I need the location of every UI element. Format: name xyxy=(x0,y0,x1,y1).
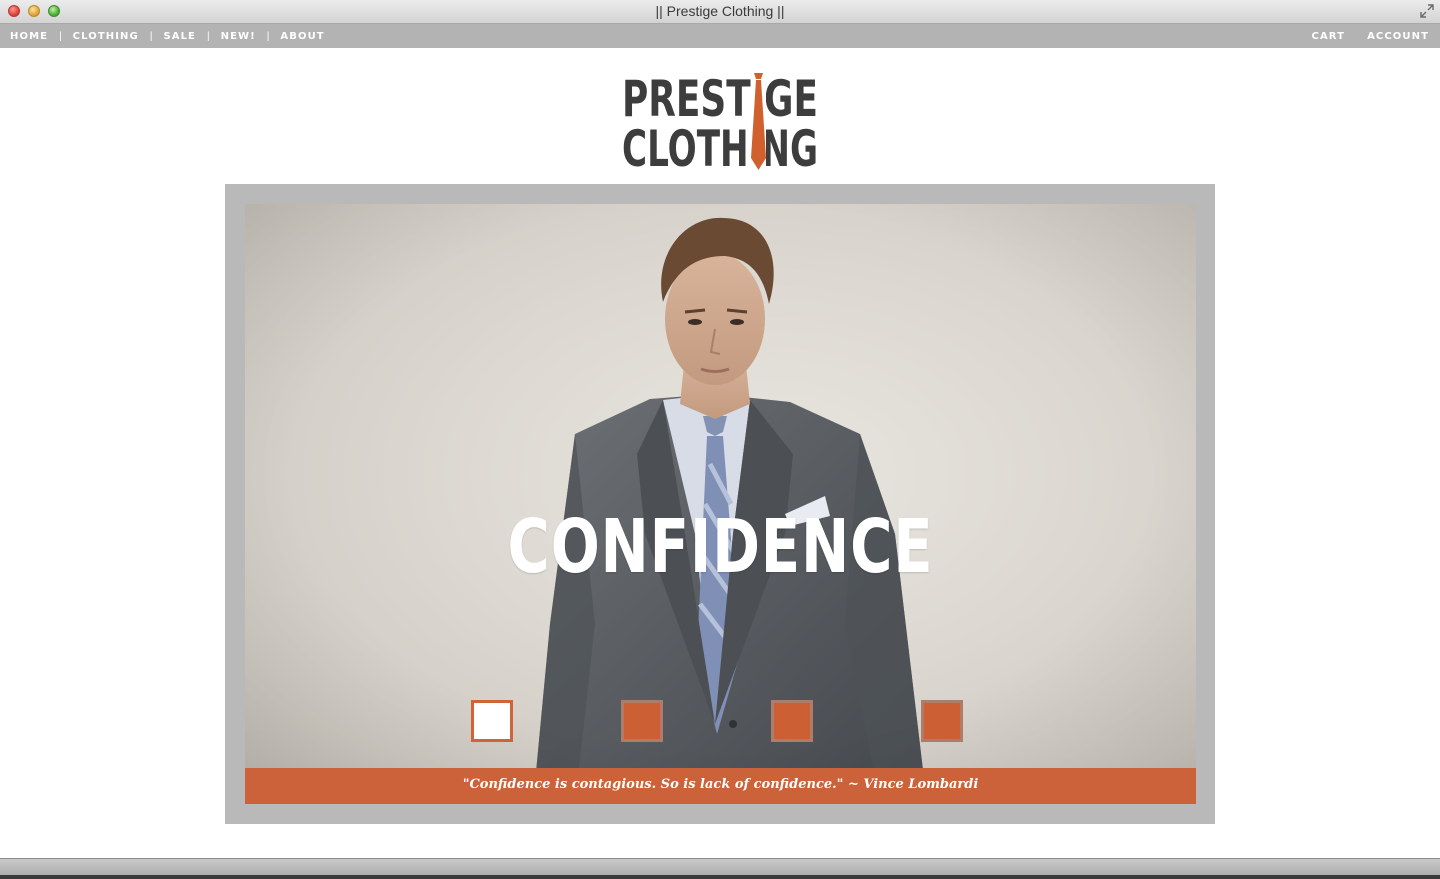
hero-slideshow[interactable]: CONFIDENCE "Confidence is contagious. So… xyxy=(245,204,1196,804)
main-nav-bar: HOME | CLOTHING | SALE | NEW! | ABOUT CA… xyxy=(0,24,1440,48)
logo-line2: CLOTHING xyxy=(622,120,818,172)
slide-indicator-1[interactable] xyxy=(471,700,513,742)
window-title: || Prestige Clothing || xyxy=(655,3,785,19)
quote-text: "Confidence is contagious. So is lack of… xyxy=(462,777,979,792)
nav-left-group: HOME | CLOTHING | SALE | NEW! | ABOUT xyxy=(10,24,325,48)
slide-indicator-4[interactable] xyxy=(921,700,963,742)
slide-indicator-2[interactable] xyxy=(621,700,663,742)
nav-home-link[interactable]: HOME xyxy=(10,31,48,42)
horizontal-scrollbar[interactable] xyxy=(0,858,1440,879)
quote-banner: "Confidence is contagious. So is lack of… xyxy=(245,768,1196,804)
nav-separator: | xyxy=(206,30,210,42)
slide-indicator-3[interactable] xyxy=(771,700,813,742)
prestige-clothing-logo[interactable]: PRESTIGE CLOTHING xyxy=(620,70,820,172)
nav-right-group: CART ACCOUNT xyxy=(1290,24,1430,48)
nav-cart-link[interactable]: CART xyxy=(1312,31,1346,42)
nav-sale-link[interactable]: SALE xyxy=(163,31,196,42)
fullscreen-icon[interactable] xyxy=(1420,4,1434,18)
nav-separator: | xyxy=(59,30,62,42)
hero-heading: CONFIDENCE xyxy=(507,504,934,590)
nav-about-link[interactable]: ABOUT xyxy=(280,31,324,42)
nav-separator: | xyxy=(266,30,270,42)
nav-new-link[interactable]: NEW! xyxy=(221,31,256,42)
nav-separator: | xyxy=(149,30,153,42)
nav-account-link[interactable]: ACCOUNT xyxy=(1367,31,1429,42)
nav-clothing-link[interactable]: CLOTHING xyxy=(73,31,139,42)
window-title-bar: || Prestige Clothing || xyxy=(0,0,1440,24)
